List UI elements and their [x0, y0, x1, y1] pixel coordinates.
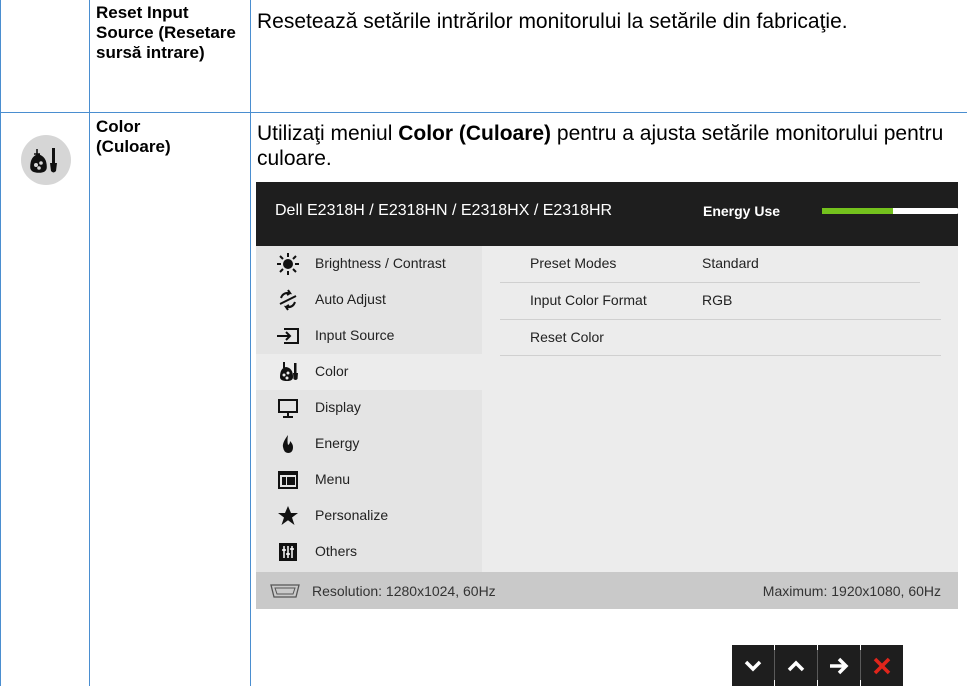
menu-item-menu[interactable]: Menu	[256, 462, 482, 498]
auto-adjust-icon	[276, 289, 300, 311]
monitor-icon	[276, 397, 300, 419]
menu-item-auto-adjust[interactable]: Auto Adjust	[256, 282, 482, 318]
table-border-left	[0, 0, 1, 686]
flame-icon	[276, 433, 300, 455]
sliders-icon	[276, 541, 300, 563]
close-button[interactable]	[861, 645, 903, 686]
menu-label-menu: Menu	[315, 471, 351, 487]
menu-item-input-source[interactable]: Input Source	[256, 318, 482, 354]
osd-menu: Dell E2318H / E2318HN / E2318HX / E2318H…	[256, 182, 958, 609]
option-name-preset-modes: Preset Modes	[530, 255, 617, 271]
option-value-input-color-format: RGB	[702, 292, 733, 308]
menu-label-auto-adjust: Auto Adjust	[315, 291, 386, 307]
vga-connector-icon	[270, 584, 300, 598]
osd-sidebar: Brightness / Contrast Auto Adjust Input …	[256, 246, 482, 572]
close-icon	[873, 657, 891, 675]
option-reset-color[interactable]: Reset Color	[500, 320, 941, 356]
row-label-color: Color (Culoare)	[96, 117, 171, 156]
menu-label-others: Others	[315, 543, 358, 559]
current-resolution-text: Resolution: 1280x1024, 60Hz	[312, 583, 496, 599]
desc-text-before: Utilizaţi meniul	[257, 122, 399, 145]
table-border-col1	[89, 0, 90, 686]
color-category-icon	[21, 135, 71, 185]
option-separator	[500, 355, 941, 356]
right-button[interactable]	[818, 645, 860, 686]
up-button[interactable]	[775, 645, 817, 686]
menu-label-input-source: Input Source	[315, 327, 395, 343]
menu-label-brightness-contrast: Brightness / Contrast	[315, 255, 446, 271]
energy-use-label: Energy Use	[703, 203, 781, 219]
table-border-col2	[250, 0, 251, 686]
option-preset-modes[interactable]: Preset Modes Standard	[500, 246, 941, 282]
down-icon	[744, 660, 762, 672]
osd-footer: Resolution: 1280x1024, 60Hz Maximum: 192…	[256, 572, 958, 609]
option-name-reset-color: Reset Color	[530, 329, 604, 345]
menu-item-personalize[interactable]: Personalize	[256, 498, 482, 534]
input-source-icon	[276, 325, 300, 347]
row-label-reset-input-source: Reset Input Source (Resetare sursă intra…	[96, 3, 236, 62]
option-name-input-color-format: Input Color Format	[530, 292, 647, 308]
energy-use-bar	[822, 208, 958, 214]
menu-label-display: Display	[315, 399, 361, 415]
color-palette-icon	[276, 361, 300, 383]
sun-icon	[276, 253, 300, 275]
menu-item-display[interactable]: Display	[256, 390, 482, 426]
osd-model-title: Dell E2318H / E2318HN / E2318HX / E2318H…	[275, 202, 613, 219]
table-row-separator	[0, 112, 967, 113]
option-value-preset-modes: Standard	[702, 255, 759, 271]
menu-window-icon	[276, 469, 300, 491]
menu-item-others[interactable]: Others	[256, 534, 482, 570]
row-description-color: Utilizaţi meniul Color (Culoare) pentru …	[257, 121, 962, 171]
menu-item-energy[interactable]: Energy	[256, 426, 482, 462]
star-icon	[276, 505, 300, 527]
menu-label-energy: Energy	[315, 435, 360, 451]
osd-header: Dell E2318H / E2318HN / E2318HX / E2318H…	[256, 182, 958, 246]
right-arrow-icon	[830, 657, 849, 675]
menu-item-brightness-contrast[interactable]: Brightness / Contrast	[256, 246, 482, 282]
menu-item-color[interactable]: Color	[256, 354, 482, 390]
menu-label-color: Color	[315, 363, 349, 379]
row-description-reset-input-source: Resetează setările intrărilor monitorulu…	[257, 10, 848, 33]
down-button[interactable]	[732, 645, 774, 686]
energy-use-fill	[822, 208, 893, 214]
up-icon	[787, 660, 805, 672]
desc-text-bold: Color (Culoare)	[398, 122, 552, 145]
menu-label-personalize: Personalize	[315, 507, 389, 523]
option-input-color-format[interactable]: Input Color Format RGB	[500, 283, 941, 319]
maximum-resolution-text: Maximum: 1920x1080, 60Hz	[762, 583, 941, 599]
